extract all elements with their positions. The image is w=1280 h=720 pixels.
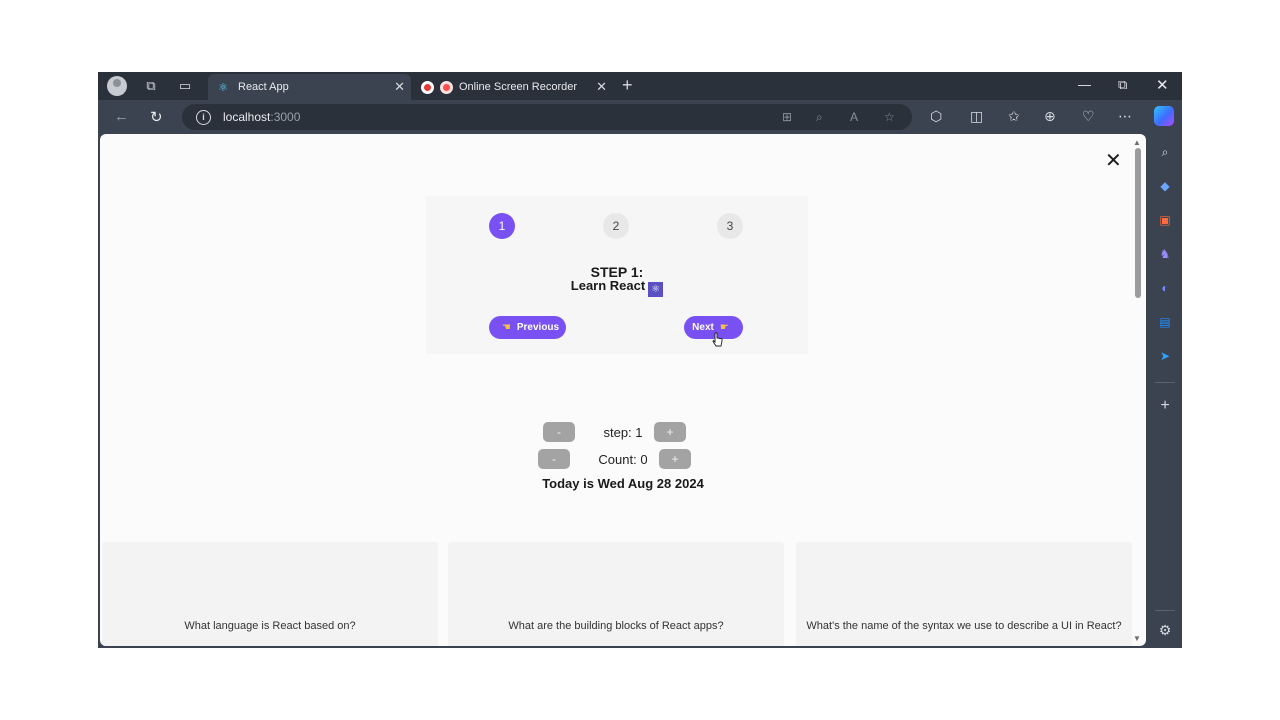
sidebar-add-icon[interactable]: + <box>1155 396 1175 416</box>
browser-essentials-icon[interactable]: ♡ <box>1082 108 1095 125</box>
tab-react-app[interactable]: ⚛ React App ✕ <box>208 74 411 100</box>
restore-icon[interactable]: ⧉ <box>1118 77 1127 93</box>
next-label: Next <box>692 322 714 333</box>
minimize-icon[interactable]: — <box>1078 77 1091 92</box>
close-window-icon[interactable]: ✕ <box>1156 76 1169 94</box>
browser-window: ⧉ ▭ ⚛ React App ✕ Online Screen Recorder… <box>98 72 1182 648</box>
read-aloud-icon[interactable]: A <box>850 110 858 124</box>
steps-card: 1 2 3 STEP 1: Learn React ⚛ ☚ Previous Nex… <box>426 196 808 354</box>
flashcard[interactable]: What language is React based on? <box>102 542 438 646</box>
previous-label: Previous <box>516 322 560 333</box>
close-tab-icon[interactable]: ✕ <box>596 79 607 95</box>
close-tab-icon[interactable]: ✕ <box>394 79 405 95</box>
hand-pointing-left-icon: ☚ <box>501 322 511 333</box>
step-message: Learn React ⚛ <box>426 278 808 297</box>
step-message-text: Learn React <box>570 278 646 293</box>
browser-toolbar: ← ↻ i localhost:3000 ⊞ ⌕ A ☆ ⬡ ◫ ✩ ⊕ ♡ ⋯ <box>98 100 1182 134</box>
page-scrollbar[interactable] <box>1135 148 1141 298</box>
flashcard[interactable]: What's the name of the syntax we use to … <box>796 542 1132 646</box>
workspaces-icon[interactable]: ⧉ <box>142 77 160 95</box>
count-value-text: Count: 0 <box>598 452 648 467</box>
sidebar-outlook-icon[interactable]: ▤ <box>1155 312 1175 332</box>
sidebar-tools-icon[interactable]: ▣ <box>1155 210 1175 230</box>
sidebar-settings-gear-icon[interactable]: ⚙ <box>1155 620 1175 640</box>
page-viewport: ✕ 1 2 3 STEP 1: Learn React ⚛ ☚ Previous N… <box>100 134 1146 646</box>
edge-sidebar: ⌕ ◆ ▣ ♞ ◐ ▤ ➤ + ⚙ <box>1148 134 1182 648</box>
back-arrow-icon[interactable]: ← <box>114 108 129 125</box>
extensions-icon[interactable]: ⬡ <box>930 108 942 125</box>
flashcard-question: What's the name of the syntax we use to … <box>806 620 1122 632</box>
favorites-icon[interactable]: ✩ <box>1008 108 1020 125</box>
flashcard-question: What language is React based on? <box>184 620 356 632</box>
flashcard-question: What are the building blocks of React ap… <box>508 620 724 632</box>
new-tab-icon[interactable]: + <box>622 75 633 96</box>
recorder-favicon-icon <box>440 80 453 94</box>
tab-screen-recorder[interactable]: Online Screen Recorder ✕ <box>413 74 613 100</box>
flashcard[interactable]: What are the building blocks of React ap… <box>448 542 784 646</box>
react-favicon-icon: ⚛ <box>218 81 228 94</box>
reload-icon[interactable]: ↻ <box>150 108 163 126</box>
date-text: Today is Wed Aug 28 2024 <box>542 476 704 491</box>
mouse-pointer-icon <box>712 332 723 347</box>
step-number-2: 2 <box>603 213 629 239</box>
split-screen-icon[interactable]: ◫ <box>970 108 983 125</box>
address-host: localhost <box>223 110 271 124</box>
tab-bar: ⧉ ▭ ⚛ React App ✕ Online Screen Recorder… <box>98 72 1182 100</box>
react-emoji-icon: ⚛ <box>648 282 664 297</box>
step-number-3: 3 <box>717 213 743 239</box>
copilot-icon[interactable] <box>1154 106 1174 126</box>
scroll-down-arrow-icon[interactable]: ▼ <box>1133 634 1141 643</box>
site-info-icon[interactable]: i <box>196 109 211 125</box>
app-available-icon[interactable]: ⊞ <box>782 110 792 124</box>
recording-indicator-icon <box>421 80 434 94</box>
previous-button[interactable]: ☚ Previous <box>489 316 566 339</box>
tab-actions-icon[interactable]: ▭ <box>176 77 194 95</box>
step-value-text: step: 1 <box>603 425 643 440</box>
sidebar-games-icon[interactable]: ♞ <box>1155 244 1175 264</box>
sidebar-divider <box>1155 382 1175 383</box>
sidebar-divider <box>1155 610 1175 611</box>
step-increment-button[interactable]: + <box>654 422 686 442</box>
count-increment-button[interactable]: + <box>659 449 691 469</box>
collections-icon[interactable]: ⊕ <box>1044 108 1056 125</box>
step-number-1: 1 <box>489 213 515 239</box>
address-port: :3000 <box>270 110 301 124</box>
scroll-up-arrow-icon[interactable]: ▲ <box>1133 138 1141 147</box>
close-steps-button[interactable]: ✕ <box>1105 148 1122 173</box>
tab-title: React App <box>238 81 289 93</box>
more-menu-icon[interactable]: ⋯ <box>1118 108 1132 125</box>
tab-title: Online Screen Recorder <box>459 81 578 93</box>
sidebar-telegram-icon[interactable]: ➤ <box>1155 346 1175 366</box>
profile-avatar-icon[interactable] <box>107 76 127 96</box>
favorite-star-icon[interactable]: ☆ <box>884 110 895 124</box>
sidebar-shopping-icon[interactable]: ◆ <box>1155 176 1175 196</box>
zoom-icon[interactable]: ⌕ <box>816 110 823 125</box>
sidebar-search-icon[interactable]: ⌕ <box>1155 142 1175 162</box>
address-bar[interactable]: i localhost:3000 ⊞ ⌕ A ☆ <box>182 104 912 130</box>
sidebar-microsoft365-icon[interactable]: ◐ <box>1155 278 1175 298</box>
